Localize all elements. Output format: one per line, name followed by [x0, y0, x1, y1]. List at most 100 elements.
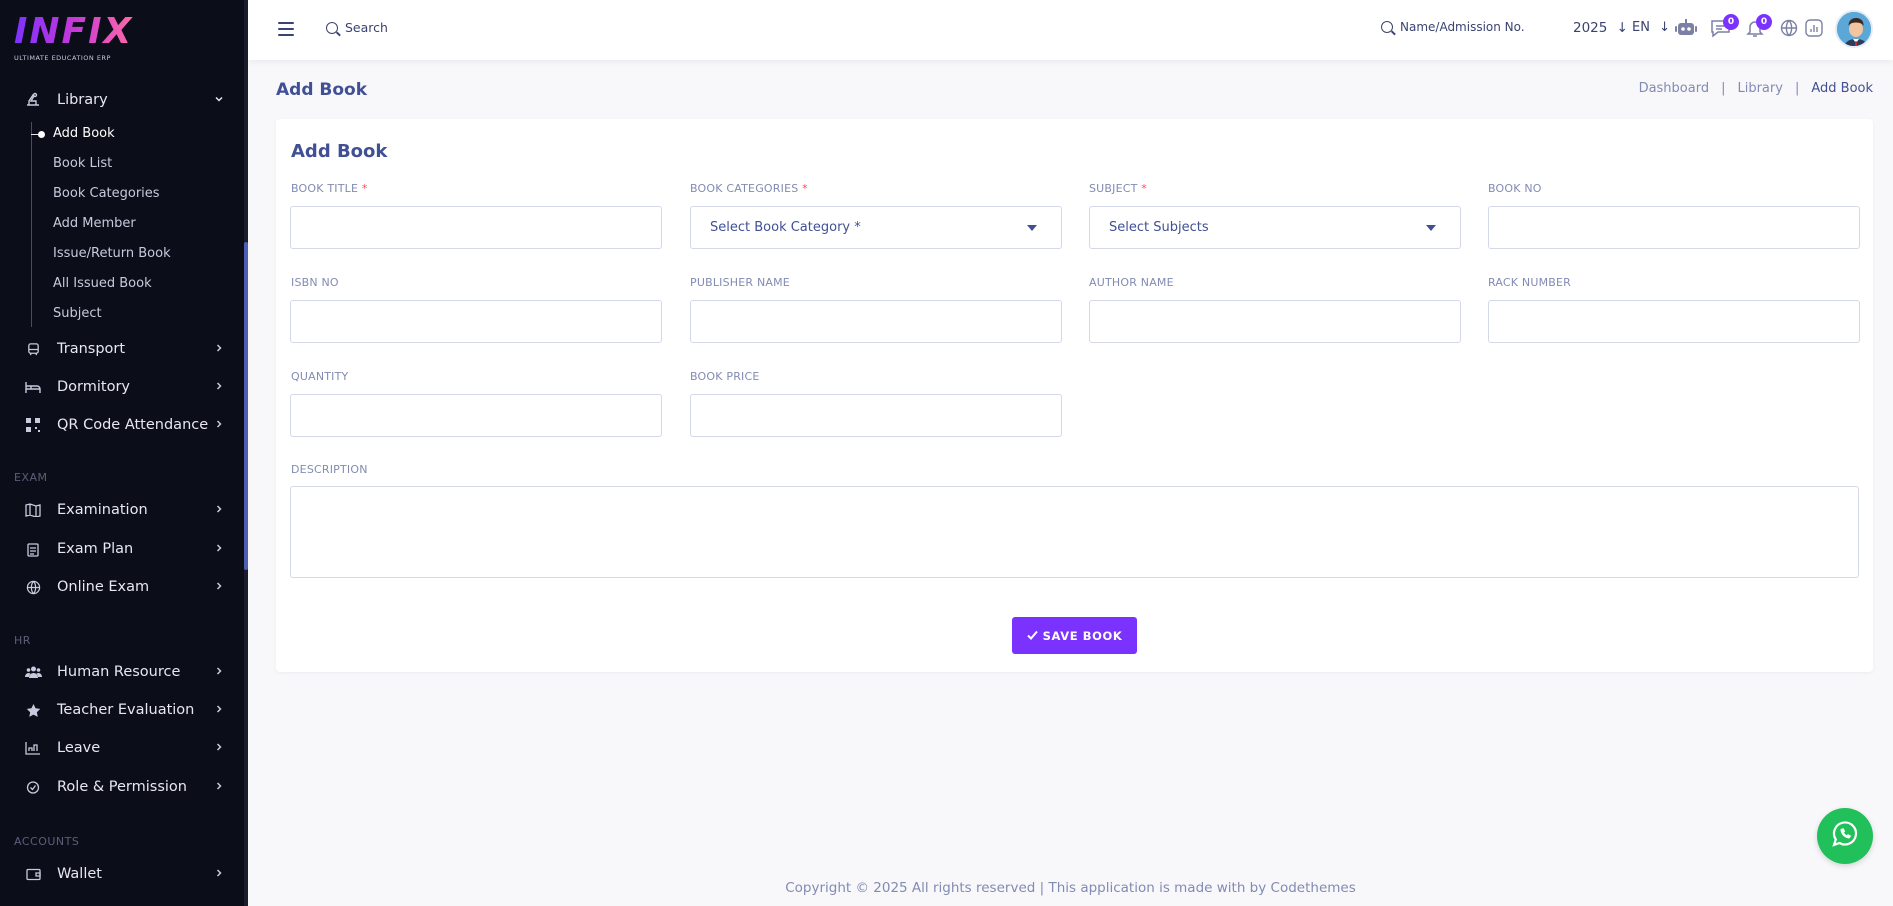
description-input[interactable] — [291, 487, 1858, 577]
qr-icon — [24, 416, 42, 434]
submenu-line — [31, 122, 32, 327]
sidebar-subitem-book-categories[interactable]: Book Categories — [53, 186, 160, 201]
breadcrumb-current: Add Book — [1811, 81, 1873, 96]
subject-select-value: Select Subjects — [1109, 220, 1209, 235]
sidebar-item-transport[interactable]: Transport — [0, 333, 244, 365]
book-price-field[interactable] — [690, 394, 1062, 437]
save-book-button[interactable]: SAVE BOOK — [1012, 617, 1137, 654]
sidebar-subitem-add-book[interactable]: Add Book — [53, 126, 115, 141]
robot-icon[interactable] — [1675, 18, 1697, 40]
sidebar-item-wallet[interactable]: Wallet — [0, 858, 244, 890]
chevron-right-icon — [214, 419, 224, 432]
card-title: Add Book — [291, 141, 388, 162]
book-no-field[interactable] — [1488, 206, 1860, 249]
subject-label: SUBJECT * — [1089, 182, 1147, 195]
rack-number-field[interactable] — [1488, 300, 1860, 343]
language-selector[interactable]: EN ↓ — [1632, 20, 1670, 35]
sidebar-item-label: Online Exam — [57, 579, 150, 595]
book-title-field[interactable] — [290, 206, 662, 249]
sidebar-section-accounts: ACCOUNTS — [14, 835, 80, 848]
menu-toggle-icon[interactable] — [278, 22, 294, 36]
book-reader-icon — [24, 91, 42, 109]
required-mark: * — [1141, 182, 1147, 195]
brand-logo[interactable]: INFIX ULTIMATE EDUCATION ERP — [14, 14, 134, 66]
book-category-select[interactable]: Select Book Category * — [690, 206, 1062, 249]
description-label: DESCRIPTION — [291, 463, 368, 476]
quantity-label: QUANTITY — [291, 370, 349, 383]
sidebar-item-dormitory[interactable]: Dormitory — [0, 371, 244, 403]
rack-number-input[interactable] — [1489, 301, 1859, 342]
sidebar-subitem-add-member[interactable]: Add Member — [53, 216, 136, 231]
isbn-no-input[interactable] — [291, 301, 661, 342]
sidebar-subitem-book-list[interactable]: Book List — [53, 156, 112, 171]
sidebar-item-online-exam[interactable]: Online Exam — [0, 571, 244, 603]
publisher-name-field[interactable] — [690, 300, 1062, 343]
sidebar-item-examination[interactable]: Examination — [0, 494, 244, 526]
users-icon — [24, 663, 42, 681]
book-price-input[interactable] — [691, 395, 1061, 436]
bus-icon — [24, 340, 42, 358]
author-name-field[interactable] — [1089, 300, 1461, 343]
book-no-input[interactable] — [1489, 207, 1859, 248]
author-name-input[interactable] — [1090, 301, 1460, 342]
quantity-input[interactable] — [291, 395, 661, 436]
whatsapp-chat-button[interactable] — [1817, 808, 1873, 864]
sidebar-item-exam-plan[interactable]: Exam Plan — [0, 533, 244, 565]
globe-icon[interactable] — [1779, 18, 1801, 40]
sidebar-item-teacher-evaluation[interactable]: Teacher Evaluation — [0, 694, 244, 726]
check-icon — [1026, 629, 1038, 643]
book-title-input[interactable] — [291, 207, 661, 248]
map-icon — [24, 501, 42, 519]
sidebar-subitem-all-issued-book[interactable]: All Issued Book — [53, 276, 152, 291]
book-no-label: BOOK NO — [1488, 182, 1542, 195]
sidebar-scrollbar-thumb[interactable] — [244, 242, 248, 570]
whatsapp-icon — [1830, 819, 1860, 853]
sidebar-section-exam: EXAM — [14, 471, 48, 484]
sidebar-item-label: Wallet — [57, 866, 102, 882]
sidebar-item-human-resource[interactable]: Human Resource — [0, 656, 244, 688]
breadcrumb-dashboard[interactable]: Dashboard — [1639, 81, 1710, 96]
publisher-name-input[interactable] — [691, 301, 1061, 342]
search-input[interactable] — [345, 20, 545, 35]
chevron-right-icon — [214, 343, 224, 356]
wallet-icon — [24, 865, 42, 883]
clipboard-icon — [24, 540, 42, 558]
leave-icon — [24, 739, 42, 757]
chevron-right-icon — [214, 381, 224, 394]
chart-icon[interactable] — [1804, 18, 1826, 40]
page-title: Add Book — [276, 80, 368, 100]
description-field[interactable] — [290, 486, 1859, 578]
sidebar-item-role-permission[interactable]: Role & Permission — [0, 771, 244, 803]
sidebar-subitem-issue-return-book[interactable]: Issue/Return Book — [53, 246, 171, 261]
sidebar-item-label: QR Code Attendance — [57, 417, 209, 433]
messages-badge: 0 — [1723, 14, 1739, 30]
book-price-label: BOOK PRICE — [690, 370, 760, 383]
isbn-no-field[interactable] — [290, 300, 662, 343]
academic-year-selector[interactable]: 2025 ↓ — [1573, 20, 1628, 36]
sidebar-item-library[interactable]: Library — [0, 84, 244, 116]
subject-select[interactable]: Select Subjects — [1089, 206, 1461, 249]
sidebar-item-leave[interactable]: Leave — [0, 732, 244, 764]
arrow-down-icon: ↓ — [1659, 20, 1670, 35]
sidebar-section-hr: HR — [14, 634, 31, 647]
publisher-name-label: PUBLISHER NAME — [690, 276, 790, 289]
quantity-field[interactable] — [290, 394, 662, 437]
author-name-label: AUTHOR NAME — [1089, 276, 1174, 289]
breadcrumb-separator: | — [1794, 81, 1800, 96]
global-search[interactable] — [326, 20, 545, 35]
sidebar-subitem-subject[interactable]: Subject — [53, 306, 102, 321]
breadcrumb-library[interactable]: Library — [1737, 81, 1782, 96]
sidebar-item-label: Human Resource — [57, 664, 181, 680]
required-mark: * — [361, 182, 368, 195]
save-book-label: SAVE BOOK — [1042, 628, 1123, 643]
sidebar-item-label: Examination — [57, 502, 148, 518]
admission-search[interactable] — [1381, 20, 1540, 34]
user-avatar[interactable] — [1835, 10, 1873, 48]
academic-year-value: 2025 — [1573, 20, 1608, 36]
logo-tagline: ULTIMATE EDUCATION ERP — [14, 54, 111, 62]
admission-search-input[interactable] — [1400, 20, 1540, 34]
caret-down-icon — [1027, 225, 1037, 231]
shield-icon — [24, 778, 42, 796]
chevron-right-icon — [214, 666, 224, 679]
sidebar-item-qr-code-attendance[interactable]: QR Code Attendance — [0, 409, 244, 441]
